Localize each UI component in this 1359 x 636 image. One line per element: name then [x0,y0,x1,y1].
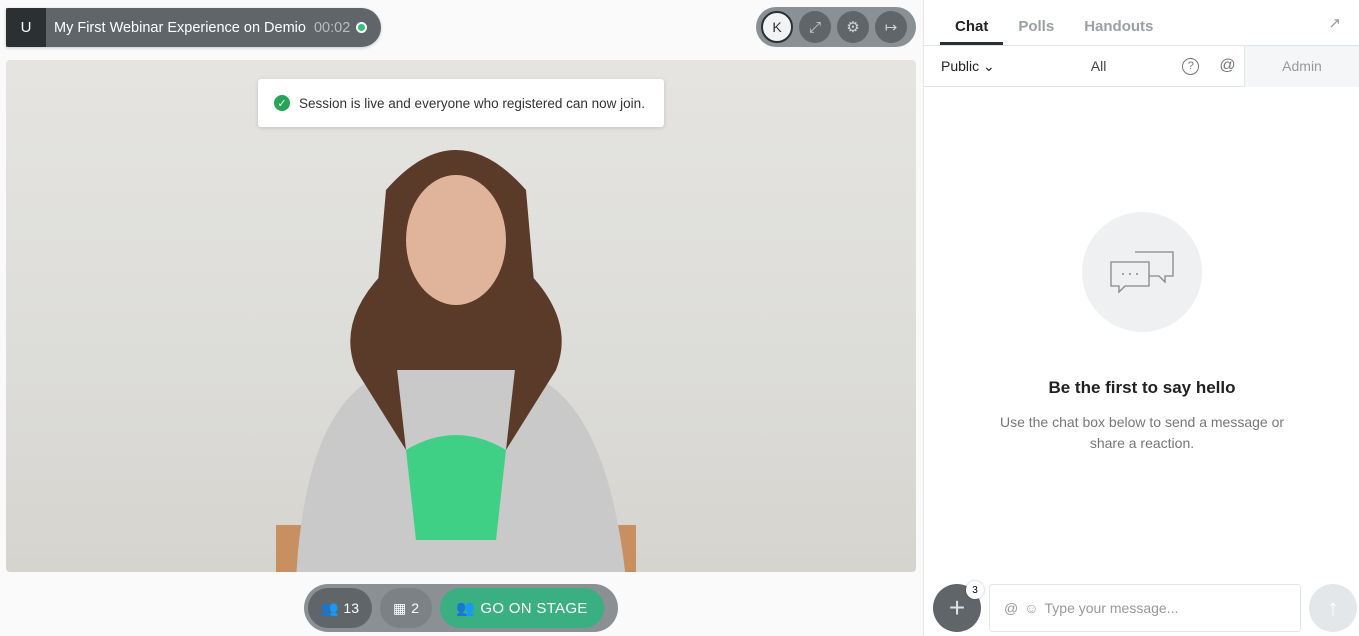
attendees-button[interactable]: 👥 13 [308,588,372,628]
live-toast: ✓ Session is live and everyone who regis… [258,79,664,127]
session-controls: K ⤢ ⚙ ↦ [756,7,916,47]
emoji-icon[interactable]: ☺ [1024,600,1038,616]
media-count: 2 [411,600,420,616]
filter-admin[interactable]: Admin [1244,45,1359,87]
mention-icon[interactable]: @ [1004,600,1018,616]
notification-badge: 3 [966,581,984,599]
live-indicator [356,22,368,33]
session-timer: 00:02 [313,19,351,36]
settings-button[interactable]: ⚙ [837,11,869,43]
empty-text: Use the chat box below to send a message… [999,414,1285,451]
chat-empty-state: Be the first to say hello Use the chat b… [924,212,1359,454]
visibility-value: Public [941,57,980,74]
presenter-video [276,150,636,572]
chevron-down-icon: ⌄ [983,57,995,74]
chat-filters: Public ⌄ All ? @ Admin [924,45,1359,87]
user-avatar[interactable]: U [6,8,46,47]
tab-handouts[interactable]: Handouts [1069,18,1168,45]
exit-button[interactable]: ↦ [875,11,907,43]
group-icon: 👥 [456,600,476,617]
side-panel: Chat Polls Handouts ↗ Public ⌄ All ? @ A… [923,0,1359,636]
plus-icon: + [948,592,966,623]
tab-chat[interactable]: Chat [940,18,1004,45]
session-title: My First Webinar Experience on Demio [54,19,306,36]
stage-toolbar: 👥 13 ▦ 2 👥 GO ON STAGE [304,584,618,632]
media-button[interactable]: ▦ 2 [380,588,432,628]
go-on-stage-label: GO ON STAGE [480,599,588,617]
mention-icon[interactable]: @ [1219,57,1235,75]
gear-icon: ⚙ [846,19,860,36]
expand-icon: ⤢ [808,18,821,36]
question-icon[interactable]: ? [1182,57,1200,75]
exit-icon: ↦ [884,19,898,36]
session-title-bar: U My First Webinar Experience on Demio 0… [6,8,381,47]
message-input[interactable]: @ ☺ Type your message... [989,584,1301,632]
video-stage [6,60,916,572]
go-on-stage-button[interactable]: 👥 GO ON STAGE [440,588,604,628]
send-button[interactable]: ↑ [1309,584,1357,632]
visibility-dropdown[interactable]: Public ⌄ [941,58,995,75]
images-icon: ▦ [392,599,407,616]
chat-bubbles-icon [1082,212,1202,332]
arrow-up-icon: ↑ [1327,595,1339,620]
fullscreen-button[interactable]: ⤢ [799,11,831,43]
check-circle-icon: ✓ [274,95,290,111]
filter-all[interactable]: All [1091,58,1107,74]
attendees-count: 13 [343,600,359,616]
tab-polls[interactable]: Polls [1003,18,1069,45]
panel-tabs: Chat Polls Handouts ↗ [924,0,1359,46]
empty-title: Be the first to say hello [1048,378,1236,397]
toast-message: Session is live and everyone who registe… [299,95,645,111]
message-placeholder: Type your message... [1044,600,1179,616]
users-icon: 👥 [320,599,339,616]
user-avatar-button[interactable]: K [761,11,793,43]
popout-icon[interactable]: ↗ [1328,14,1341,32]
